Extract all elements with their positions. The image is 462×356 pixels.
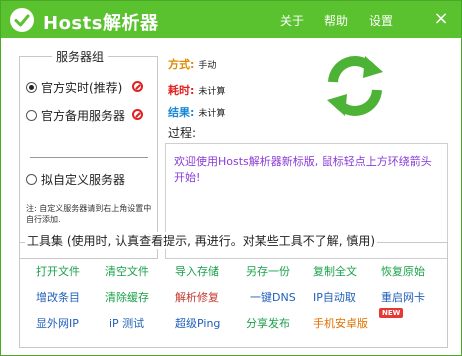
tool-restart-nic[interactable]: 重启网卡	[381, 289, 425, 305]
title-bar: Hosts解析器 关于 帮助 设置 ×	[1, 1, 461, 38]
main-body: 服务器组 官方实时(推荐) 官方备用服务器 拟自定义服务器 注: 自定义服务器请…	[1, 38, 461, 355]
server-option-official-backup[interactable]: 官方备用服务器	[26, 107, 125, 124]
tool-edit-entries[interactable]: 增改条目	[36, 289, 80, 305]
custom-server-note: 注: 自定义服务器请到右上角设置中自行添加.	[26, 204, 152, 224]
tool-import-store[interactable]: 导入存储	[175, 263, 219, 279]
no-entry-icon	[132, 81, 143, 92]
status-mode: 方式: 手动	[168, 56, 216, 72]
app-window: Hosts解析器 关于 帮助 设置 × 服务器组 官方实时(推荐) 官方备用服务…	[0, 0, 462, 356]
server-option-label: 拟自定义服务器	[41, 173, 126, 187]
status-result-value: 未计算	[198, 109, 226, 119]
status-mode-key: 方式:	[168, 58, 195, 71]
tool-android-version[interactable]: 手机安卓版	[313, 315, 368, 331]
status-mode-value: 手动	[198, 61, 217, 71]
tool-ip-test[interactable]: iP 测试	[109, 315, 144, 331]
server-option-official-live[interactable]: 官方实时(推荐)	[26, 79, 122, 96]
server-group: 服务器组 官方实时(推荐) 官方备用服务器 拟自定义服务器 注: 自定义服务器请…	[19, 48, 158, 259]
radio-button[interactable]	[26, 174, 37, 185]
check-circle-icon	[10, 8, 34, 32]
menu-about[interactable]: 关于	[280, 12, 304, 29]
new-badge: NEW	[379, 308, 404, 318]
tool-clear-file[interactable]: 清空文件	[105, 263, 149, 279]
tool-resolve-repair[interactable]: 解析修复	[175, 289, 219, 305]
menu-settings[interactable]: 设置	[369, 12, 393, 29]
tool-super-ping[interactable]: 超级Ping	[175, 315, 220, 331]
status-time-key: 耗时:	[168, 84, 195, 97]
refresh-arrows-icon[interactable]	[321, 52, 389, 120]
status-time: 耗时: 未计算	[168, 82, 225, 98]
server-option-label: 官方备用服务器	[41, 109, 126, 123]
server-option-label: 官方实时(推荐)	[41, 81, 123, 95]
server-option-custom[interactable]: 拟自定义服务器	[26, 171, 125, 188]
tool-save-copy[interactable]: 另存一份	[246, 263, 290, 279]
process-text: 欢迎使用Hosts解析器新标版, 鼠标轻点上方环绕箭头开始!	[174, 155, 432, 184]
status-result-key: 结果:	[168, 106, 195, 119]
status-result: 结果: 未计算	[168, 104, 225, 120]
tool-show-external-ip[interactable]: 显外网IP	[36, 315, 79, 331]
process-label: 过程:	[168, 126, 197, 140]
status-time-value: 未计算	[198, 87, 226, 97]
app-title: Hosts解析器	[43, 13, 159, 34]
radio-button[interactable]	[26, 110, 37, 121]
server-group-legend: 服务器组	[52, 48, 109, 65]
tool-restore-original[interactable]: 恢复原始	[381, 263, 425, 279]
tool-copy-all[interactable]: 复制全文	[313, 263, 357, 279]
tool-share-publish[interactable]: 分享发布	[246, 315, 290, 331]
toolset-legend: 工具集 (使用时, 认真查看提示, 再进行。对某些工具不了解, 慎用)	[25, 232, 378, 249]
tool-open-file[interactable]: 打开文件	[36, 263, 80, 279]
close-icon[interactable]: ×	[431, 9, 451, 29]
tool-one-click-dns[interactable]: 一键DNS	[250, 289, 296, 305]
no-entry-icon	[132, 109, 143, 120]
divider	[30, 157, 148, 158]
radio-button[interactable]	[26, 82, 37, 93]
tool-ip-auto[interactable]: IP自动取	[313, 289, 356, 305]
tool-clear-cache[interactable]: 清除缓存	[105, 289, 149, 305]
menu-help[interactable]: 帮助	[324, 12, 348, 29]
